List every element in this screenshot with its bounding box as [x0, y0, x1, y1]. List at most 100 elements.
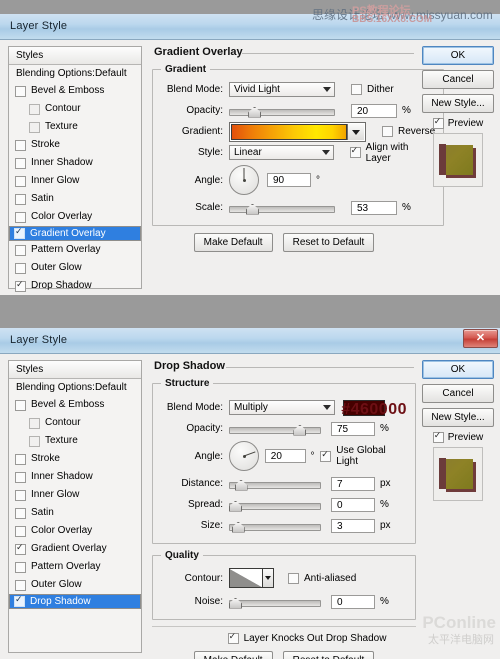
gradient-preview-swatch[interactable]	[231, 124, 347, 140]
checkbox-inner-shadow[interactable]	[15, 158, 26, 169]
noise-slider[interactable]	[229, 595, 321, 609]
make-default-button[interactable]: Make Default	[194, 651, 273, 659]
checkbox-reverse[interactable]	[382, 126, 393, 137]
style-item-inner-shadow[interactable]: Inner Shadow	[9, 154, 141, 172]
reset-to-default-button[interactable]: Reset to Default	[283, 651, 375, 659]
cancel-button[interactable]: Cancel	[422, 384, 494, 403]
gradient-style-select[interactable]: Linear	[229, 145, 334, 160]
new-style-button[interactable]: New Style...	[422, 408, 494, 427]
checkbox-align-with-layer[interactable]	[350, 147, 361, 158]
checkbox-inner-shadow[interactable]	[15, 472, 26, 483]
style-item-texture[interactable]: Texture	[9, 432, 141, 450]
style-item-bevel-emboss[interactable]: Bevel & Emboss	[9, 396, 141, 414]
style-item-color-overlay[interactable]: Color Overlay	[9, 522, 141, 540]
style-item-gradient-overlay[interactable]: Gradient Overlay	[9, 540, 141, 558]
checkbox-drop-shadow[interactable]	[15, 281, 26, 292]
anti-aliased-row[interactable]: Anti-aliased	[288, 573, 356, 584]
checkbox-preview[interactable]	[433, 118, 444, 129]
checkbox-bevel-emboss[interactable]	[15, 400, 26, 411]
make-default-button[interactable]: Make Default	[194, 233, 273, 252]
checkbox-satin[interactable]	[15, 194, 26, 205]
ok-button[interactable]: OK	[422, 360, 494, 379]
checkbox-inner-glow[interactable]	[15, 176, 26, 187]
use-global-light-row[interactable]: Use Global Light	[320, 445, 407, 467]
opacity-input[interactable]: 20	[351, 104, 397, 118]
scale-input[interactable]: 53	[351, 201, 397, 215]
style-item-inner-glow[interactable]: Inner Glow	[9, 486, 141, 504]
blend-mode-select[interactable]: Multiply	[229, 400, 335, 415]
opacity-slider[interactable]	[229, 422, 321, 436]
style-item-contour[interactable]: Contour	[9, 100, 141, 118]
style-item-drop-shadow[interactable]: Drop Shadow	[9, 594, 141, 609]
angle-input[interactable]: 90	[267, 173, 311, 187]
opacity-slider[interactable]	[229, 104, 335, 118]
style-item-inner-shadow[interactable]: Inner Shadow	[9, 468, 141, 486]
style-item-inner-glow[interactable]: Inner Glow	[9, 172, 141, 190]
checkbox-stroke[interactable]	[15, 140, 26, 151]
style-item-stroke[interactable]: Stroke	[9, 450, 141, 468]
angle-dial[interactable]	[229, 165, 259, 195]
checkbox-texture[interactable]	[29, 122, 40, 133]
style-item-satin[interactable]: Satin	[9, 190, 141, 208]
style-item-bevel-emboss[interactable]: Bevel & Emboss	[9, 82, 141, 100]
checkbox-contour[interactable]	[29, 418, 40, 429]
checkbox-dither[interactable]	[351, 84, 362, 95]
cancel-button[interactable]: Cancel	[422, 70, 494, 89]
opacity-input[interactable]: 75	[331, 422, 375, 436]
contour-swatch[interactable]	[229, 568, 263, 588]
checkbox-texture[interactable]	[29, 436, 40, 447]
chevron-down-icon[interactable]	[347, 124, 364, 140]
checkbox-pattern-overlay[interactable]	[15, 562, 26, 573]
checkbox-inner-glow[interactable]	[15, 490, 26, 501]
preview-row[interactable]: Preview	[422, 118, 494, 129]
checkbox-satin[interactable]	[15, 508, 26, 519]
window1-titlebar[interactable]: Layer Style	[0, 14, 500, 40]
layer-knocks-out-row[interactable]: Layer Knocks Out Drop Shadow	[150, 633, 418, 644]
blend-mode-select[interactable]: Vivid Light	[229, 82, 335, 97]
checkbox-preview[interactable]	[433, 432, 444, 443]
checkbox-anti-aliased[interactable]	[288, 573, 299, 584]
new-style-button[interactable]: New Style...	[422, 94, 494, 113]
checkbox-layer-knocks-out[interactable]	[228, 633, 239, 644]
noise-input[interactable]: 0	[331, 595, 375, 609]
distance-slider[interactable]	[229, 477, 321, 491]
angle-dial[interactable]	[229, 441, 259, 471]
style-item-satin[interactable]: Satin	[9, 504, 141, 522]
contour-picker[interactable]	[229, 568, 274, 588]
size-input[interactable]: 3	[331, 519, 375, 533]
style-item-stroke[interactable]: Stroke	[9, 136, 141, 154]
checkbox-color-overlay[interactable]	[15, 212, 26, 223]
distance-input[interactable]: 7	[331, 477, 375, 491]
style-item-outer-glow[interactable]: Outer Glow	[9, 576, 141, 594]
checkbox-pattern-overlay[interactable]	[15, 245, 26, 256]
checkbox-color-overlay[interactable]	[15, 526, 26, 537]
checkbox-gradient-overlay[interactable]	[15, 544, 26, 555]
checkbox-drop-shadow[interactable]	[14, 596, 25, 607]
size-slider[interactable]	[229, 519, 321, 533]
checkbox-gradient-overlay[interactable]	[14, 228, 25, 239]
close-icon[interactable]: ✕	[463, 329, 498, 348]
style-item-contour[interactable]: Contour	[9, 414, 141, 432]
scale-slider[interactable]	[229, 201, 335, 215]
checkbox-contour[interactable]	[29, 104, 40, 115]
checkbox-outer-glow[interactable]	[15, 580, 26, 591]
style-item-color-overlay[interactable]: Color Overlay	[9, 208, 141, 226]
checkbox-stroke[interactable]	[15, 454, 26, 465]
dither-checkbox-row[interactable]: Dither	[351, 84, 394, 95]
checkbox-outer-glow[interactable]	[15, 263, 26, 274]
style-item-outer-glow[interactable]: Outer Glow	[9, 259, 141, 277]
checkbox-use-global-light[interactable]	[320, 451, 331, 462]
style-item-gradient-overlay[interactable]: Gradient Overlay	[9, 226, 141, 241]
gradient-picker[interactable]	[229, 122, 366, 142]
angle-input[interactable]: 20	[265, 449, 306, 463]
spread-slider[interactable]	[229, 498, 321, 512]
spread-input[interactable]: 0	[331, 498, 375, 512]
chevron-down-icon[interactable]	[263, 568, 274, 588]
style-item-texture[interactable]: Texture	[9, 118, 141, 136]
style-item-pattern-overlay[interactable]: Pattern Overlay	[9, 241, 141, 259]
window2-titlebar[interactable]: Layer Style ✕	[0, 328, 500, 354]
ok-button[interactable]: OK	[422, 46, 494, 65]
reset-to-default-button[interactable]: Reset to Default	[283, 233, 375, 252]
style-item-drop-shadow[interactable]: Drop Shadow	[9, 277, 141, 295]
window1-blending-options[interactable]: Blending Options:Default	[9, 65, 141, 83]
